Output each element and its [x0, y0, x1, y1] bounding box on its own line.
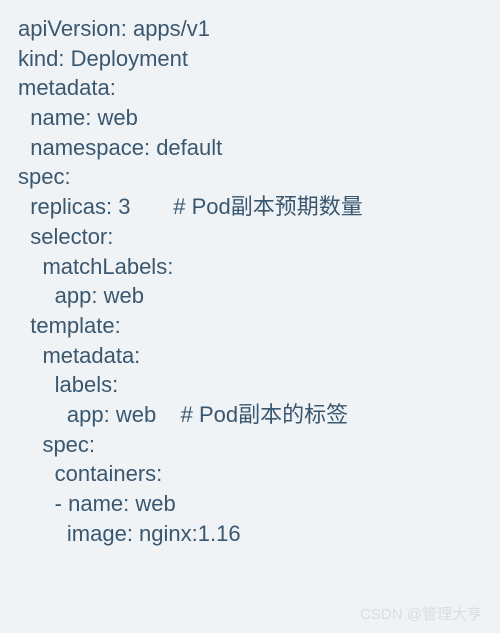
code-line: image: nginx:1.16	[18, 519, 482, 549]
code-line: app: web	[18, 281, 482, 311]
code-line: replicas: 3 # Pod副本预期数量	[18, 192, 482, 222]
code-block: apiVersion: apps/v1 kind: Deployment met…	[18, 14, 482, 548]
code-line: app: web # Pod副本的标签	[18, 400, 482, 430]
code-line: - name: web	[18, 489, 482, 519]
code-line: labels:	[18, 370, 482, 400]
code-line: name: web	[18, 103, 482, 133]
code-line: matchLabels:	[18, 252, 482, 282]
code-line: metadata:	[18, 73, 482, 103]
code-line: spec:	[18, 430, 482, 460]
code-line: template:	[18, 311, 482, 341]
code-line: metadata:	[18, 341, 482, 371]
code-line: namespace: default	[18, 133, 482, 163]
code-line: containers:	[18, 459, 482, 489]
code-line: selector:	[18, 222, 482, 252]
watermark-text: CSDN @管理大亨	[360, 605, 482, 625]
code-line: kind: Deployment	[18, 44, 482, 74]
code-line: apiVersion: apps/v1	[18, 14, 482, 44]
code-line: spec:	[18, 162, 482, 192]
